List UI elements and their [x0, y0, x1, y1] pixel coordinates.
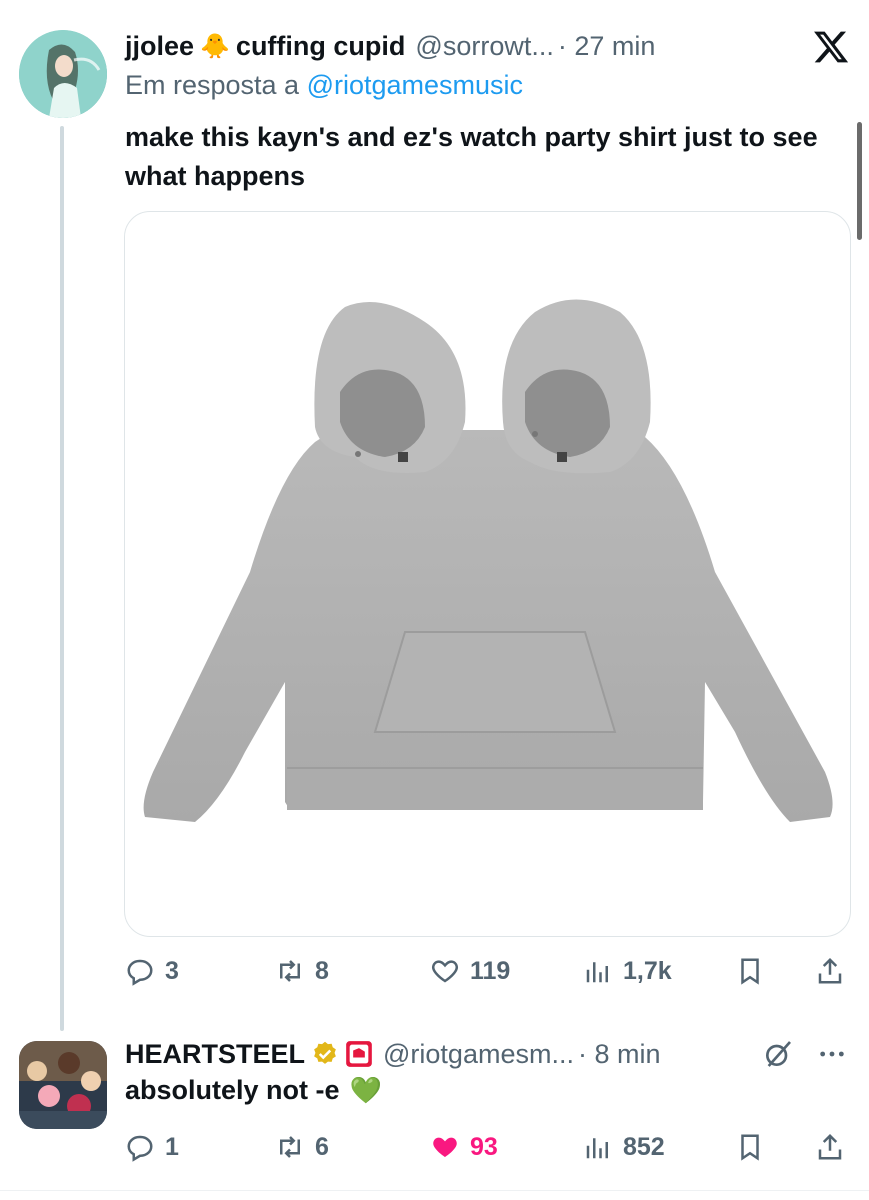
views-count: 1,7k: [623, 956, 672, 985]
retweet-icon: [280, 960, 300, 982]
views-icon: [586, 1138, 608, 1159]
reply-like-button[interactable]: 93: [430, 1132, 498, 1162]
tweet-image[interactable]: [124, 211, 851, 937]
bookmark-icon: [741, 1134, 759, 1161]
riot-badge-icon: [345, 1040, 373, 1068]
author-display-name[interactable]: jjolee: [125, 31, 194, 62]
author-emoji: 🐥: [200, 32, 230, 60]
reply-actions: 1 6 93 852: [125, 1127, 855, 1167]
reply-icon: [127, 1135, 153, 1162]
tweet-text: make this kayn's and ez's watch party sh…: [125, 122, 818, 191]
reply-time[interactable]: · 8 min: [578, 1039, 661, 1070]
like-icon-filled: [433, 1137, 457, 1157]
author-name-suffix[interactable]: cuffing cupid: [236, 31, 405, 62]
scrollbar[interactable]: [857, 122, 862, 240]
two-headed-hoodie-image: [143, 299, 833, 822]
avatar-jjolee[interactable]: [19, 30, 107, 118]
like-count: 119: [470, 956, 511, 985]
reply-retweet-button[interactable]: 6: [275, 1132, 329, 1162]
reply-text: absolutely not -e: [125, 1075, 340, 1105]
grok-icon[interactable]: [762, 1038, 794, 1075]
reply-share-button[interactable]: [815, 1132, 845, 1162]
verified-gold-icon: [311, 1040, 339, 1068]
views-icon: [586, 962, 608, 983]
x-logo-icon[interactable]: [812, 28, 850, 66]
reply-author-display-name[interactable]: HEARTSTEEL: [125, 1039, 305, 1070]
avatar-heartsteel[interactable]: [19, 1041, 107, 1129]
reply-prefix: Em resposta a: [125, 70, 300, 100]
like-icon: [432, 960, 458, 983]
bookmark-icon: [741, 958, 759, 985]
divider: [0, 1190, 869, 1191]
reply-text-row: absolutely not -e 💚: [125, 1075, 382, 1106]
retweet-count: 8: [315, 956, 329, 985]
bookmark-button[interactable]: [735, 956, 765, 986]
views-button[interactable]: 1,7k: [583, 956, 672, 986]
author-handle[interactable]: @sorrowt...: [415, 31, 553, 62]
green-heart-emoji: 💚: [349, 1075, 382, 1105]
reply-context: Em resposta a @riotgamesmusic: [125, 70, 523, 101]
reply-count: 3: [165, 956, 179, 985]
share-icon: [818, 957, 842, 984]
retweet-icon: [280, 1136, 300, 1158]
tweet-time[interactable]: · 27 min: [558, 31, 656, 62]
reply-to-handle[interactable]: @riotgamesmusic: [307, 70, 523, 100]
tweet-header: jjolee 🐥 cuffing cupid @sorrowt... · 27 …: [125, 26, 655, 66]
tweet-actions: 3 8 119 1,7k: [125, 951, 855, 991]
like-button[interactable]: 119: [430, 956, 510, 986]
reply-bookmark-button[interactable]: [735, 1132, 765, 1162]
retweet-button[interactable]: 8: [275, 956, 329, 986]
reply-retweet-count: 6: [315, 1132, 329, 1161]
reply-icon: [127, 959, 153, 986]
reply-views-button[interactable]: 852: [583, 1132, 665, 1162]
reply-button[interactable]: 3: [125, 956, 179, 986]
reply-views-count: 852: [623, 1132, 665, 1161]
more-icon[interactable]: [816, 1038, 848, 1075]
reply-author-handle[interactable]: @riotgamesm...: [383, 1039, 574, 1070]
reply-header: HEARTSTEEL @riotgamesm... · 8 min: [125, 1034, 661, 1074]
reply-like-count: 93: [470, 1132, 498, 1161]
share-button[interactable]: [815, 956, 845, 986]
reply-reply-count: 1: [165, 1132, 179, 1161]
thread-line: [60, 126, 64, 1031]
reply-reply-button[interactable]: 1: [125, 1132, 179, 1162]
share-icon: [818, 1133, 842, 1160]
